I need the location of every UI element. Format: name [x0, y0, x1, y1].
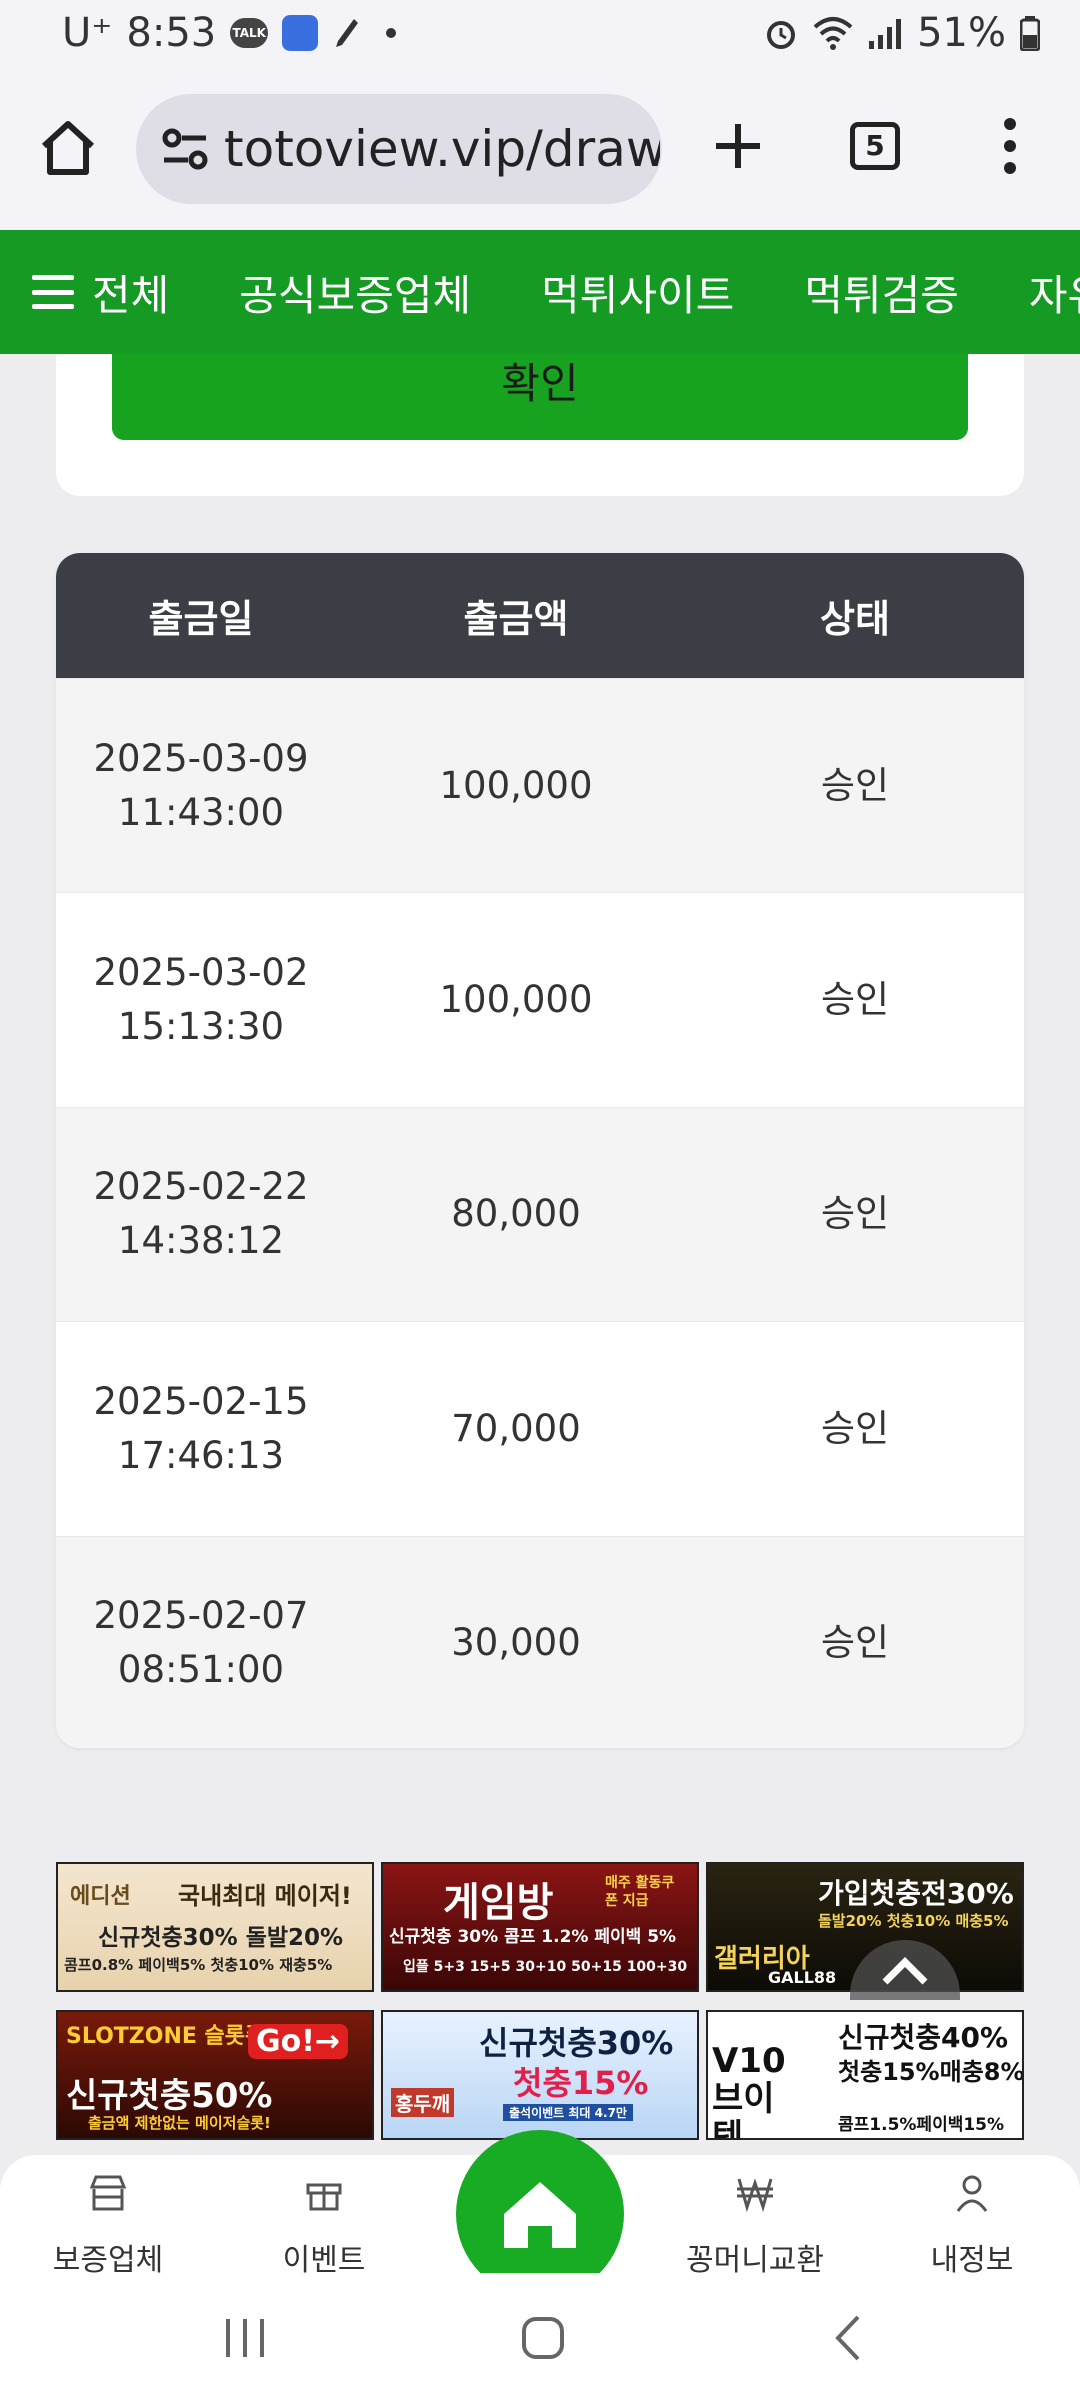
new-tab-icon[interactable]	[708, 116, 768, 176]
bottom-nav-event[interactable]: 이벤트	[234, 2173, 414, 2279]
row-datetime: 2025-02-15 17:46:13	[93, 1379, 309, 1477]
row-amount: 100,000	[439, 763, 593, 807]
row-amount: 30,000	[451, 1621, 581, 1665]
home-icon[interactable]	[38, 118, 98, 178]
recent-apps-icon[interactable]	[220, 2313, 270, 2363]
row-status: 승인	[820, 763, 890, 807]
store-icon	[89, 2175, 127, 2211]
browser-toolbar: totoview.vip/drawing 5	[0, 72, 1080, 230]
won-icon	[737, 2178, 773, 2213]
nav-item-scam-sites[interactable]: 먹튀사이트	[541, 262, 734, 323]
gift-icon	[306, 2183, 342, 2211]
table-row: 2025-03-02 15:13:30 100,000 승인	[56, 892, 1024, 1106]
clock: 8:53	[126, 10, 217, 56]
alarm-icon	[767, 21, 796, 49]
status-right: 51%	[763, 10, 1040, 56]
back-icon[interactable]	[824, 2313, 874, 2363]
table-header: 출금일 출금액 상태	[56, 553, 1024, 678]
nav-item-scam-verify[interactable]: 먹튀검증	[804, 262, 959, 323]
banner-slotzone[interactable]: SLOTZONE 슬롯존 Go!→ 신규첫충50% 출금액 제한없는 메이저슬롯…	[56, 2010, 374, 2140]
more-menu-icon[interactable]	[990, 116, 1030, 176]
system-navigation-bar	[0, 2273, 1080, 2408]
banner-edition[interactable]: 에디션 국내최대 메이저! 신규첫충30% 돌발20% 콤프0.8% 페이백5%…	[56, 1862, 374, 1992]
row-datetime: 2025-02-22 14:38:12	[93, 1165, 309, 1263]
row-status: 승인	[820, 1192, 890, 1236]
battery-icon	[1020, 16, 1040, 51]
table-row: 2025-03-09 11:43:00 100,000 승인	[56, 678, 1024, 893]
hamburger-icon[interactable]	[32, 275, 74, 309]
row-amount: 100,000	[439, 978, 593, 1022]
app-notification-icon	[282, 15, 319, 51]
user-icon	[956, 2175, 988, 2212]
table-row: 2025-02-22 14:38:12 80,000 승인	[56, 1106, 1024, 1322]
battery-percent: 51%	[917, 10, 1006, 56]
wifi-icon	[813, 17, 853, 50]
url-text[interactable]: totoview.vip/drawing	[224, 120, 660, 178]
pen-icon	[336, 19, 359, 47]
header-amount: 출금액	[463, 597, 569, 641]
row-amount: 80,000	[451, 1192, 581, 1236]
confirm-button[interactable]: 확인	[112, 354, 968, 440]
bottom-nav-myinfo[interactable]: 내정보	[882, 2173, 1062, 2279]
table-row: 2025-02-15 17:46:13 70,000 승인	[56, 1321, 1024, 1535]
tab-switcher-button[interactable]: 5	[850, 122, 900, 170]
nav-item-all[interactable]: 전체	[32, 262, 169, 323]
address-bar[interactable]: totoview.vip/drawing	[136, 94, 662, 204]
row-datetime: 2025-03-09 11:43:00	[93, 736, 309, 834]
form-card: 확인	[56, 354, 1024, 496]
row-datetime: 2025-02-07 08:51:00	[93, 1594, 309, 1692]
header-date: 출금일	[148, 597, 254, 641]
header-status: 상태	[820, 597, 890, 641]
bottom-nav-exchange[interactable]: 꽁머니교환	[665, 2173, 845, 2279]
home-nav-icon[interactable]	[518, 2313, 568, 2363]
banner-v10[interactable]: V10 브이텐 신규첫충40% 첫충15%매충8% 콤프1.5%페이백15%	[706, 2010, 1024, 2140]
carrier-label: U⁺	[62, 10, 113, 56]
banner-gamebang[interactable]: 게임방 매주 활동쿠폰 지급 신규첫충 30% 콤프 1.2% 페이백 5% 입…	[381, 1862, 699, 1992]
row-datetime: 2025-03-02 15:13:30	[93, 951, 309, 1049]
withdrawal-table: 출금일 출금액 상태 2025-03-09 11:43:00 100,000 승인…	[56, 553, 1024, 1748]
status-left: U⁺ 8:53 TALK	[62, 10, 397, 56]
category-nav: 전체 공식보증업체 먹튀사이트 먹튀검증 자유	[0, 230, 1080, 354]
row-status: 승인	[820, 1621, 890, 1665]
row-status: 승인	[820, 978, 890, 1022]
scroll-to-top-button[interactable]	[850, 1940, 960, 2000]
nav-item-official[interactable]: 공식보증업체	[239, 262, 471, 323]
signal-icon	[869, 19, 902, 49]
nav-item-free[interactable]: 자유	[1029, 262, 1080, 323]
table-row: 2025-02-07 08:51:00 30,000 승인	[56, 1535, 1024, 1748]
status-bar: U⁺ 8:53 TALK 51%	[0, 0, 1080, 72]
more-notifications-dot	[386, 28, 397, 38]
bottom-nav-guarantee[interactable]: 보증업체	[18, 2173, 198, 2279]
banner-hongdukkae[interactable]: 신규첫충30% 첫충15% 홍두깨 출석이벤트 최대 4.7만	[381, 2010, 699, 2140]
site-settings-icon[interactable]	[160, 124, 210, 174]
kakaotalk-icon: TALK	[230, 18, 269, 48]
chevron-up-icon	[882, 1957, 928, 1985]
row-status: 승인	[820, 1406, 890, 1450]
row-amount: 70,000	[451, 1406, 581, 1450]
